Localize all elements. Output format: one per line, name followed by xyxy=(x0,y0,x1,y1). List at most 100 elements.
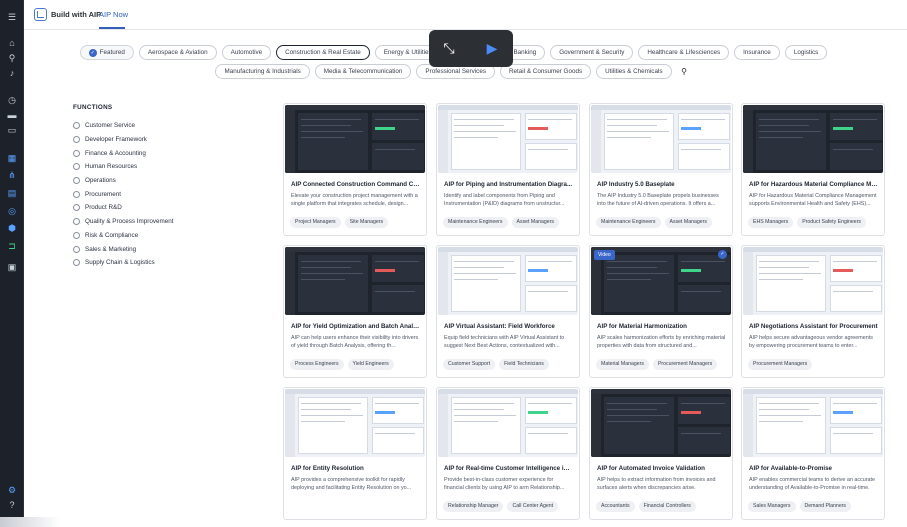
function-customer-service[interactable]: Customer Service xyxy=(73,119,174,133)
folder-icon[interactable]: ▬ xyxy=(6,109,18,121)
role-tag[interactable]: Procurement Managers xyxy=(748,359,813,370)
ai-assist-icon[interactable]: ▶ xyxy=(481,38,503,58)
pipeline-icon[interactable]: ⊐ xyxy=(6,240,18,252)
card-thumbnail xyxy=(438,389,578,457)
function-quality-process-improvement[interactable]: Quality & Process Improvement xyxy=(73,215,174,229)
use-case-card[interactable]: AIP Negotiations Assistant for Procureme… xyxy=(741,245,885,378)
search-icon[interactable]: ⚲ xyxy=(677,64,692,79)
card-description: AIP helps to extract information from in… xyxy=(597,477,716,491)
chip-aerospace-aviation[interactable]: Aerospace & Aviation xyxy=(138,45,217,60)
role-tag[interactable]: Sales Managers xyxy=(748,501,796,512)
function-finance-accounting[interactable]: Finance & Accounting xyxy=(73,146,174,160)
card-thumbnail xyxy=(591,389,731,457)
chip-retail-consumer-goods[interactable]: Retail & Consumer Goods xyxy=(499,64,592,79)
chip-government-security[interactable]: Government & Security xyxy=(550,45,634,60)
active-tab-underline xyxy=(99,27,125,29)
card-tags: Material Managers Procurement Managers xyxy=(596,359,718,370)
card-tags: Accountants Financial Controllers xyxy=(596,501,696,512)
role-tag[interactable]: Asset Managers xyxy=(664,217,712,228)
card-title: AIP for Hazardous Material Compliance Ma… xyxy=(749,181,878,188)
use-case-card[interactable]: AIP for Yield Optimization and Batch Ana… xyxy=(283,245,427,378)
radio-icon xyxy=(73,177,80,185)
settings-icon[interactable]: ⚙ xyxy=(6,484,18,496)
card-tags: EHS Managers Product Safety Engineers xyxy=(748,217,867,228)
check-icon: ✓ xyxy=(718,250,727,259)
role-tag[interactable]: Product Safety Engineers xyxy=(797,217,867,228)
use-case-card[interactable]: AIP for Automated Invoice Validation AIP … xyxy=(589,387,733,520)
role-tag[interactable]: Procurement Managers xyxy=(652,359,718,370)
card-tags: Customer Support Field Technicians xyxy=(443,359,549,370)
left-rail: ☰ ⌂ ⚲ ♪ ◷ ▬ ▭ ▦ ⋔ ▤ ◎ ⬢ ⊐ ▣ ⚙ ? xyxy=(0,0,24,527)
use-case-card[interactable]: AIP for Piping and Instrumentation Diagr… xyxy=(436,103,580,236)
ontology-icon[interactable]: ⬢ xyxy=(6,222,18,234)
role-tag[interactable]: Customer Support xyxy=(443,359,496,370)
files-icon[interactable]: ▭ xyxy=(6,124,18,136)
help-icon[interactable]: ? xyxy=(6,499,18,511)
card-tags: Project Managers Site Managers xyxy=(290,217,389,228)
brand-title[interactable]: Build with AIP xyxy=(51,10,101,19)
chip-manufacturing-industrials[interactable]: Manufacturing & Industrials xyxy=(215,64,310,79)
card-title: AIP for Entity Resolution xyxy=(291,465,364,472)
role-tag[interactable]: Accountants xyxy=(596,501,635,512)
document-icon[interactable]: ▤ xyxy=(6,187,18,199)
function-procurement[interactable]: Procurement xyxy=(73,187,174,201)
function-product-rd[interactable]: Product R&D xyxy=(73,201,174,215)
chip-logistics[interactable]: Logistics xyxy=(784,45,828,60)
menu-icon[interactable]: ☰ xyxy=(6,11,18,23)
graph-icon[interactable]: ⋔ xyxy=(6,169,18,181)
taskbar-edge xyxy=(0,517,60,527)
use-case-card[interactable]: AIP for Available-to-Promise AIP enables … xyxy=(741,387,885,520)
use-case-card[interactable]: AIP Connected Construction Command Ce...… xyxy=(283,103,427,236)
chip-automotive[interactable]: Automotive xyxy=(221,45,272,60)
use-case-card[interactable]: AIP for Hazardous Material Compliance Ma… xyxy=(741,103,885,236)
function-human-resources[interactable]: Human Resources xyxy=(73,160,174,174)
exit-fullscreen-icon[interactable]: ⤡ xyxy=(439,38,459,58)
radio-icon xyxy=(73,163,80,171)
chip-media-telecommunication[interactable]: Media & Telecommunication xyxy=(314,64,412,79)
analysis-icon[interactable]: ◎ xyxy=(6,205,18,217)
use-case-card[interactable]: AIP for Real-time Customer Intelligence … xyxy=(436,387,580,520)
chip-insurance[interactable]: Insurance xyxy=(734,45,780,60)
role-tag[interactable]: Financial Controllers xyxy=(638,501,696,512)
breadcrumb-aip-now[interactable]: AIP Now xyxy=(99,10,128,19)
functions-list: Customer Service Developer Framework Fin… xyxy=(73,119,174,270)
role-tag[interactable]: Maintenance Engineers xyxy=(596,217,661,228)
card-tags: Sales Managers Demand Planners xyxy=(748,501,852,512)
history-icon[interactable]: ◷ xyxy=(6,94,18,106)
role-tag[interactable]: Maintenance Engineers xyxy=(443,217,508,228)
card-description: AIP provides a comprehensive toolkit for… xyxy=(291,477,412,491)
role-tag[interactable]: Material Managers xyxy=(596,359,649,370)
function-developer-framework[interactable]: Developer Framework xyxy=(73,133,174,147)
role-tag[interactable]: Demand Planners xyxy=(799,501,852,512)
function-risk-compliance[interactable]: Risk & Compliance xyxy=(73,229,174,243)
role-tag[interactable]: Call Center Agent xyxy=(507,501,559,512)
role-tag[interactable]: Site Managers xyxy=(344,217,389,228)
card-description: The AIP Industry 5.0 Baseplate propels b… xyxy=(597,193,719,207)
chip-utilities-chemicals[interactable]: Utilities & Chemicals xyxy=(596,64,672,79)
use-case-card[interactable]: AIP Industry 5.0 Baseplate The AIP Indust… xyxy=(589,103,733,236)
function-supply-chain-logistics[interactable]: Supply Chain & Logistics xyxy=(73,256,174,270)
function-sales-marketing[interactable]: Sales & Marketing xyxy=(73,242,174,256)
chip-featured[interactable]: ✓ Featured xyxy=(79,45,134,60)
role-tag[interactable]: Relationship Manager xyxy=(443,501,504,512)
aip-logo-icon xyxy=(34,8,47,21)
role-tag[interactable]: Field Technicians xyxy=(499,359,549,370)
role-tag[interactable]: Project Managers xyxy=(290,217,341,228)
radio-icon xyxy=(73,122,80,130)
use-case-card[interactable]: AIP Virtual Assistant: Field Workforce Eq… xyxy=(436,245,580,378)
role-tag[interactable]: Process Engineers xyxy=(290,359,344,370)
role-tag[interactable]: EHS Managers xyxy=(748,217,794,228)
app-root: ☰ ⌂ ⚲ ♪ ◷ ▬ ▭ ▦ ⋔ ▤ ◎ ⬢ ⊐ ▣ ⚙ ? Build wi… xyxy=(0,0,907,527)
radio-icon xyxy=(73,149,80,157)
card-thumbnail xyxy=(743,105,883,173)
card-description: Elevate your construction project manage… xyxy=(291,193,418,207)
apps-icon[interactable]: ▦ xyxy=(6,152,18,164)
function-operations[interactable]: Operations xyxy=(73,174,174,188)
role-tag[interactable]: Yield Engineers xyxy=(347,359,394,370)
chip-healthcare-lifesciences[interactable]: Healthcare & Lifesciences xyxy=(638,45,730,60)
chip-construction-real-estate[interactable]: Construction & Real Estate xyxy=(276,45,370,60)
use-case-card[interactable]: AIP for Entity Resolution AIP provides a … xyxy=(283,387,427,520)
workspace-icon[interactable]: ▣ xyxy=(6,261,18,273)
use-case-card[interactable]: Video ✓ AIP for Material Harmonization AIP … xyxy=(589,245,733,378)
role-tag[interactable]: Asset Managers xyxy=(511,217,559,228)
